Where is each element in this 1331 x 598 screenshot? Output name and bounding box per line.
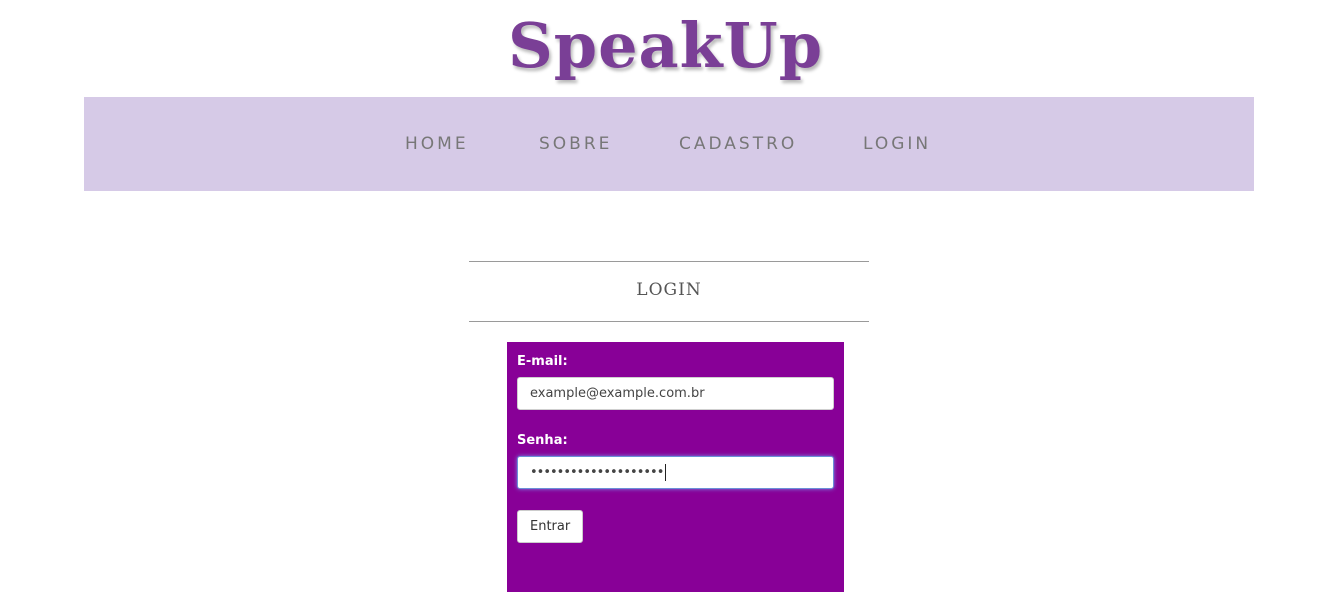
password-field[interactable]: •••••••••••••••••••• xyxy=(517,456,834,489)
email-value: example@example.com.br xyxy=(530,386,705,401)
text-caret xyxy=(665,464,667,481)
password-masked-value: •••••••••••••••••••• xyxy=(530,465,664,480)
password-label: Senha: xyxy=(517,433,568,448)
submit-button[interactable]: Entrar xyxy=(517,510,584,543)
site-logo-title: SpeakUp xyxy=(507,9,824,82)
nav-item-home[interactable]: HOME xyxy=(405,97,469,191)
email-label: E-mail: xyxy=(517,354,568,369)
login-form: E-mail: example@example.com.br Senha: ••… xyxy=(507,342,844,592)
email-field[interactable]: example@example.com.br xyxy=(517,377,834,410)
section-bottom-divider xyxy=(469,321,869,322)
section-title: LOGIN xyxy=(636,280,702,300)
nav-item-sobre[interactable]: SOBRE xyxy=(539,97,612,191)
nav-item-login[interactable]: LOGIN xyxy=(863,97,931,191)
nav-item-cadastro[interactable]: CADASTRO xyxy=(679,97,797,191)
main-navbar: HOME SOBRE CADASTRO LOGIN xyxy=(84,97,1254,191)
